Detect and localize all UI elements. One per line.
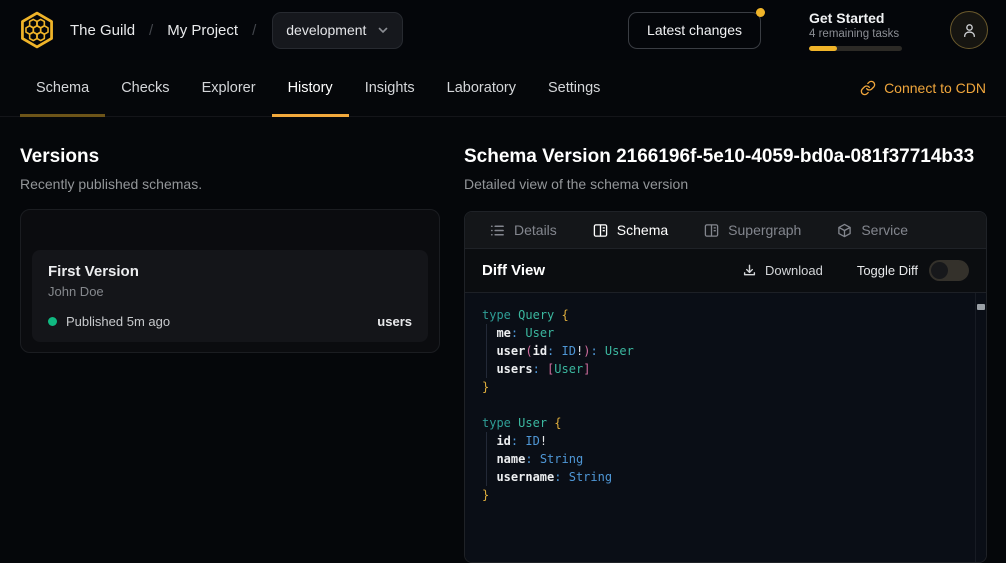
- nav-tab-schema[interactable]: Schema: [20, 60, 105, 116]
- tab-schema[interactable]: Schema: [593, 222, 668, 238]
- nav-tab-laboratory[interactable]: Laboratory: [431, 60, 532, 116]
- top-header: The Guild / My Project / development Lat…: [0, 0, 1006, 60]
- toggle-knob: [931, 262, 948, 279]
- chevron-down-icon: [377, 24, 389, 36]
- version-author: John Doe: [48, 284, 412, 299]
- version-name: First Version: [48, 263, 412, 280]
- get-started-progress-bar: [809, 46, 902, 51]
- version-detail-subtitle: Detailed view of the schema version: [464, 176, 987, 192]
- tab-supergraph-label: Supergraph: [728, 222, 801, 238]
- download-button[interactable]: Download: [742, 263, 823, 278]
- breadcrumb-separator: /: [252, 22, 256, 39]
- environment-select-value: development: [286, 22, 366, 38]
- get-started-progress-fill: [809, 46, 837, 51]
- target-nav: Schema Checks Explorer History Insights …: [0, 60, 1006, 117]
- versions-subtitle: Recently published schemas.: [20, 176, 440, 192]
- scrollbar-track: [975, 293, 976, 562]
- breadcrumb-separator: /: [149, 22, 153, 39]
- hive-logo-icon[interactable]: [18, 11, 56, 49]
- published-status-dot: [48, 317, 57, 326]
- toggle-diff-label: Toggle Diff: [857, 263, 918, 278]
- connect-to-cdn-label: Connect to CDN: [884, 80, 986, 96]
- code-lines: type Query { me: User user(id: ID!): Use…: [482, 306, 962, 504]
- diff-view-toolbar: Diff View Download Toggle Diff: [465, 249, 986, 292]
- download-label: Download: [765, 263, 823, 278]
- tab-details[interactable]: Details: [490, 222, 557, 238]
- nav-tab-checks[interactable]: Checks: [105, 60, 185, 116]
- user-avatar[interactable]: [950, 11, 988, 49]
- versions-title: Versions: [20, 146, 440, 168]
- columns-icon: [704, 223, 719, 238]
- version-list-item[interactable]: First Version John Doe Published 5m ago …: [32, 250, 428, 342]
- notification-dot: [756, 8, 765, 17]
- latest-changes-button[interactable]: Latest changes: [628, 12, 761, 49]
- nav-tab-history[interactable]: History: [272, 60, 349, 116]
- scrollbar-thumb[interactable]: [977, 304, 985, 310]
- nav-tab-settings[interactable]: Settings: [532, 60, 616, 116]
- detail-tabstrip: Details Schema Supergraph: [465, 212, 986, 249]
- nav-tab-explorer[interactable]: Explorer: [186, 60, 272, 116]
- link-icon: [860, 80, 876, 96]
- person-icon: [961, 22, 978, 39]
- list-icon: [490, 223, 505, 238]
- environment-select[interactable]: development: [272, 12, 403, 49]
- get-started-subtitle: 4 remaining tasks: [809, 28, 902, 40]
- versions-panel: Versions Recently published schemas. Fir…: [20, 117, 440, 563]
- main-content: Versions Recently published schemas. Fir…: [0, 117, 1006, 563]
- columns-icon: [593, 223, 608, 238]
- versions-list-card: First Version John Doe Published 5m ago …: [20, 209, 440, 353]
- tab-service-label: Service: [861, 222, 908, 238]
- version-detail-title: Schema Version 2166196f-5e10-4059-bd0a-0…: [464, 146, 987, 168]
- diff-view-title: Diff View: [482, 262, 545, 279]
- version-detail-card: Details Schema Supergraph: [464, 211, 987, 563]
- version-detail-panel: Schema Version 2166196f-5e10-4059-bd0a-0…: [464, 117, 987, 563]
- cube-icon: [837, 223, 852, 238]
- connect-to-cdn-link[interactable]: Connect to CDN: [860, 80, 986, 96]
- sdl-code-viewer[interactable]: type Query { me: User user(id: ID!): Use…: [465, 292, 986, 562]
- nav-tab-insights[interactable]: Insights: [349, 60, 431, 116]
- tab-supergraph[interactable]: Supergraph: [704, 222, 801, 238]
- breadcrumb-org[interactable]: The Guild: [70, 22, 135, 39]
- tab-details-label: Details: [514, 222, 557, 238]
- get-started-widget[interactable]: Get Started 4 remaining tasks: [809, 10, 902, 51]
- version-status: Published 5m ago: [66, 314, 170, 329]
- get-started-title: Get Started: [809, 10, 902, 26]
- toggle-diff-switch[interactable]: [929, 260, 969, 281]
- service-badge: users: [377, 314, 412, 329]
- tab-schema-label: Schema: [617, 222, 668, 238]
- download-icon: [742, 263, 757, 278]
- breadcrumb-project[interactable]: My Project: [167, 22, 238, 39]
- tab-service[interactable]: Service: [837, 222, 908, 238]
